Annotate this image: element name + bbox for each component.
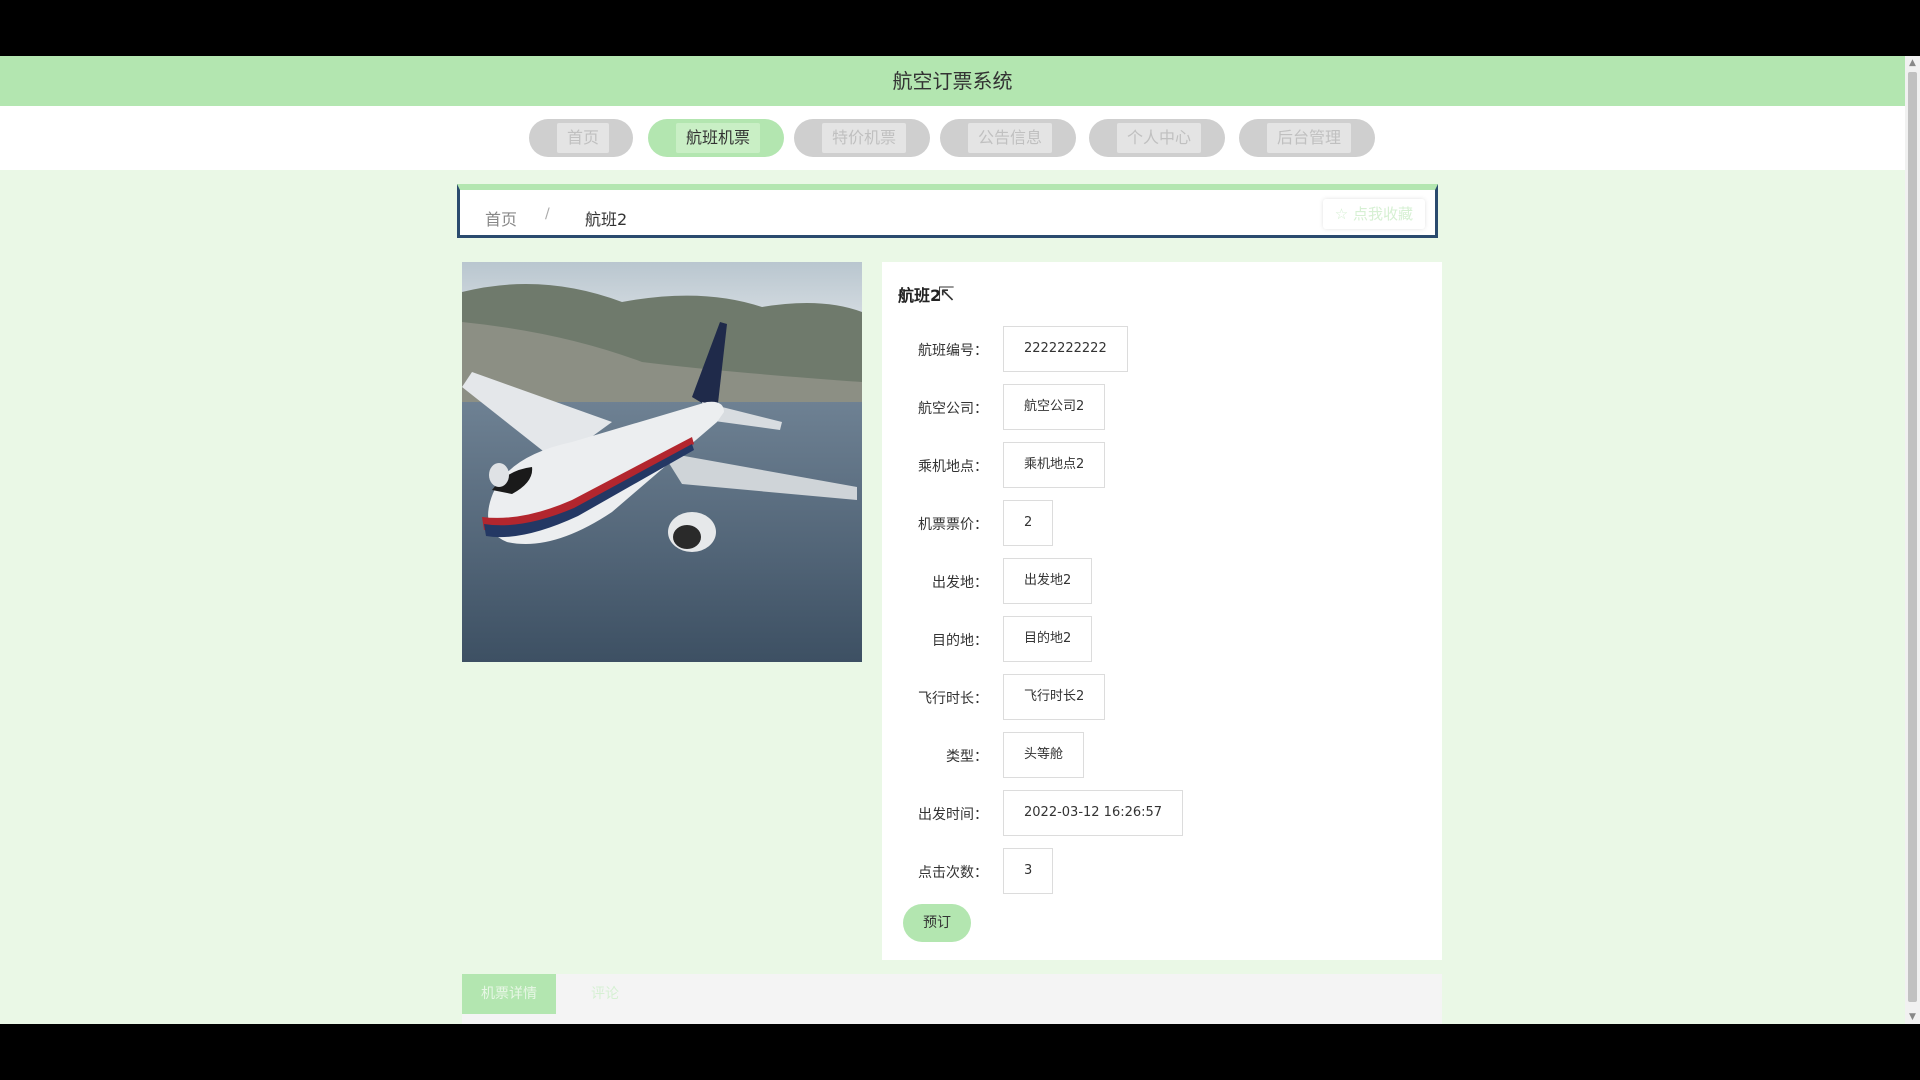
airplane-image — [462, 262, 862, 662]
nav-item-label: 后台管理 — [1267, 123, 1352, 153]
breadcrumb-home[interactable]: 首页 — [485, 206, 517, 230]
field-label: 点击次数： — [918, 865, 988, 881]
field-value: 飞行时长2 — [1003, 674, 1106, 720]
nav-item-flights[interactable]: 航班机票 — [648, 119, 784, 157]
breadcrumb-separator: / — [545, 206, 550, 222]
field-label: 机票票价： — [918, 517, 988, 533]
breadcrumb: 首页 / 航班2 ☆ 点我收藏 — [457, 184, 1438, 238]
field-value: 目的地2 — [1003, 616, 1093, 662]
tab-ticket-details[interactable]: 机票详情 — [462, 974, 556, 1014]
field-label: 飞行时长： — [918, 691, 988, 707]
book-button[interactable]: 预订 — [903, 904, 971, 942]
vertical-scrollbar[interactable]: ▲ ▼ — [1905, 56, 1920, 1024]
nav-item-admin[interactable]: 后台管理 — [1239, 119, 1375, 157]
nav-item-label: 个人中心 — [1117, 123, 1202, 153]
mouse-cursor-icon: ⇱ — [938, 282, 955, 306]
field-label: 航空公司： — [918, 401, 988, 417]
field-label: 航班编号： — [918, 343, 988, 359]
nav-item-home[interactable]: 首页 — [529, 119, 633, 157]
nav-item-special-fares[interactable]: 特价机票 — [794, 119, 930, 157]
field-label: 出发地： — [932, 575, 988, 591]
flight-detail-panel: 航班2 航班编号： 2222222222 航空公司： 航空公司2 乘机地点： 乘… — [882, 262, 1442, 960]
favorite-label: 点我收藏 — [1352, 205, 1413, 223]
star-outline-icon: ☆ — [1334, 205, 1349, 223]
field-value: 3 — [1003, 848, 1054, 894]
field-label: 目的地： — [932, 633, 988, 649]
flight-title: 航班2 — [898, 286, 942, 305]
field-label: 出发时间： — [918, 807, 988, 823]
field-value: 乘机地点2 — [1003, 442, 1106, 488]
site-title: 航空订票系统 — [892, 69, 1013, 93]
favorite-button[interactable]: ☆ 点我收藏 — [1322, 199, 1425, 229]
field-value: 头等舱 — [1003, 732, 1085, 778]
nav-item-label: 首页 — [557, 123, 610, 153]
field-value: 2222222222 — [1003, 326, 1128, 372]
field-value: 2 — [1003, 500, 1054, 546]
field-label: 乘机地点： — [918, 459, 988, 475]
nav-item-label: 公告信息 — [968, 123, 1053, 153]
field-value: 出发地2 — [1003, 558, 1093, 604]
field-value: 2022-03-12 16:26:57 — [1003, 790, 1184, 836]
flight-photo — [462, 262, 862, 662]
detail-tabs: 机票详情 评论 — [462, 974, 1442, 1024]
nav-item-profile[interactable]: 个人中心 — [1089, 119, 1225, 157]
main-nav: 首页 航班机票 特价机票 公告信息 个人中心 后台管理 — [0, 106, 1905, 170]
nav-item-label: 航班机票 — [676, 123, 761, 153]
field-value: 航空公司2 — [1003, 384, 1106, 430]
field-label: 类型： — [946, 749, 988, 765]
site-header: 航空订票系统 — [0, 56, 1905, 106]
breadcrumb-current: 航班2 — [585, 210, 628, 229]
nav-item-label: 特价机票 — [822, 123, 907, 153]
nav-item-announcements[interactable]: 公告信息 — [940, 119, 1076, 157]
tab-comments[interactable]: 评论 — [570, 974, 640, 1014]
scroll-up-icon[interactable]: ▲ — [1905, 56, 1920, 70]
scroll-down-icon[interactable]: ▼ — [1905, 1010, 1920, 1024]
scrollbar-thumb[interactable] — [1908, 72, 1917, 1002]
browser-viewport: 航空订票系统 首页 航班机票 特价机票 公告信息 个人中心 后台管理 首页 / … — [0, 56, 1905, 1024]
